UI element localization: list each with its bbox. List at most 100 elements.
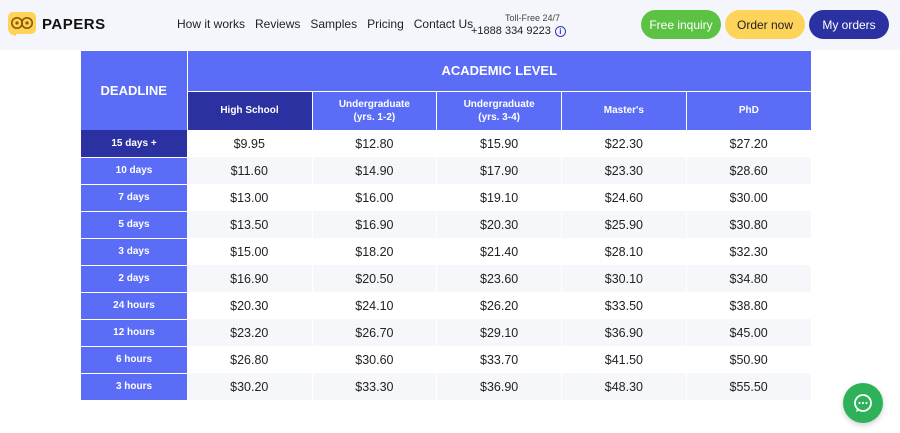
price-cell[interactable]: $28.60 (686, 157, 812, 184)
level-undergraduate-3-4[interactable]: Undergraduate (yrs. 3-4) (436, 91, 562, 130)
price-cell[interactable]: $55.50 (686, 373, 812, 400)
price-cell[interactable]: $33.50 (561, 292, 687, 319)
order-now-button[interactable]: Order now (725, 10, 805, 39)
price-cell[interactable]: $11.60 (187, 157, 313, 184)
price-cell[interactable]: $26.20 (436, 292, 562, 319)
price-cell[interactable]: $27.20 (686, 130, 812, 157)
price-cell[interactable]: $26.80 (187, 346, 313, 373)
table-row[interactable]: 15 days + $9.95 $12.80 $15.90 $22.30 $27.20 (81, 130, 812, 158)
level-label: High School (220, 105, 279, 117)
deadline-header: DEADLINE (81, 51, 188, 130)
pricing-table: DEADLINE ACADEMIC LEVEL High School Unde… (81, 51, 812, 401)
price-cell[interactable]: $41.50 (561, 346, 687, 373)
site-header: PAPERS How it works Reviews Samples Pric… (0, 0, 900, 50)
price-cell[interactable]: $30.00 (686, 184, 812, 211)
table-row[interactable]: 3 hours $30.20 $33.30 $36.90 $48.30 $55.50 (81, 373, 812, 401)
table-row[interactable]: 2 days $16.90 $20.50 $23.60 $30.10 $34.80 (81, 265, 812, 293)
price-cell[interactable]: $16.00 (312, 184, 438, 211)
price-cell[interactable]: $30.80 (686, 211, 812, 238)
logo[interactable]: PAPERS (6, 10, 106, 38)
price-cell[interactable]: $36.90 (561, 319, 687, 346)
price-cell[interactable]: $29.10 (436, 319, 562, 346)
price-cell[interactable]: $30.10 (561, 265, 687, 292)
price-cell[interactable]: $16.90 (187, 265, 313, 292)
price-cell[interactable]: $20.30 (187, 292, 313, 319)
phone-label: Toll-Free 24/7 (504, 13, 560, 23)
price-cell[interactable]: $50.90 (686, 346, 812, 373)
price-cell[interactable]: $17.90 (436, 157, 562, 184)
price-cell[interactable]: $13.00 (187, 184, 313, 211)
academic-level-header: ACADEMIC LEVEL (187, 51, 812, 92)
chat-button[interactable] (843, 383, 883, 423)
price-cell[interactable]: $15.00 (187, 238, 313, 265)
deadline-cell[interactable]: 2 days (81, 265, 187, 293)
price-cell[interactable]: $23.20 (187, 319, 313, 346)
deadline-cell[interactable]: 10 days (81, 157, 187, 185)
deadline-cell[interactable]: 12 hours (81, 319, 187, 347)
free-inquiry-button[interactable]: Free inquiry (641, 10, 721, 39)
deadline-cell[interactable]: 24 hours (81, 292, 187, 320)
phone-number[interactable]: +1888 334 9223 (471, 25, 551, 37)
price-cell[interactable]: $33.30 (312, 373, 438, 400)
table-row[interactable]: 6 hours $26.80 $30.60 $33.70 $41.50 $50.90 (81, 346, 812, 374)
deadline-cell[interactable]: 7 days (81, 184, 187, 212)
info-icon[interactable]: i (554, 25, 566, 37)
nav-contact-us[interactable]: Contact Us (414, 17, 473, 31)
level-masters[interactable]: Master's (561, 91, 687, 130)
price-cell[interactable]: $36.90 (436, 373, 562, 400)
price-cell[interactable]: $30.20 (187, 373, 313, 400)
table-row[interactable]: 12 hours $23.20 $26.70 $29.10 $36.90 $45.00 (81, 319, 812, 347)
deadline-cell[interactable]: 3 days (81, 238, 187, 266)
level-phd[interactable]: PhD (686, 91, 812, 130)
price-cell[interactable]: $21.40 (436, 238, 562, 265)
deadline-cell[interactable]: 5 days (81, 211, 187, 239)
table-row[interactable]: 3 days $15.00 $18.20 $21.40 $28.10 $32.30 (81, 238, 812, 266)
table-row[interactable]: 5 days $13.50 $16.90 $20.30 $25.90 $30.80 (81, 211, 812, 239)
price-cell[interactable]: $19.10 (436, 184, 562, 211)
phone-number-row: +1888 334 9223 i (471, 25, 566, 37)
price-cell[interactable]: $45.00 (686, 319, 812, 346)
deadline-cell[interactable]: 15 days + (81, 130, 187, 158)
my-orders-button[interactable]: My orders (809, 10, 889, 39)
price-cell[interactable]: $33.70 (436, 346, 562, 373)
deadline-cell[interactable]: 3 hours (81, 373, 187, 401)
price-cell[interactable]: $28.10 (561, 238, 687, 265)
nav-reviews[interactable]: Reviews (255, 17, 300, 31)
nav-samples[interactable]: Samples (310, 17, 357, 31)
price-cell[interactable]: $25.90 (561, 211, 687, 238)
table-row[interactable]: 24 hours $20.30 $24.10 $26.20 $33.50 $38.80 (81, 292, 812, 320)
price-cell[interactable]: $20.50 (312, 265, 438, 292)
level-label: PhD (738, 105, 759, 117)
logo-text: PAPERS (42, 15, 106, 33)
price-cell[interactable]: $30.60 (312, 346, 438, 373)
deadline-cell[interactable]: 6 hours (81, 346, 187, 374)
price-cell[interactable]: $14.90 (312, 157, 438, 184)
nav-how-it-works[interactable]: How it works (177, 17, 245, 31)
level-label: Undergraduate (463, 98, 535, 110)
price-cell[interactable]: $20.30 (436, 211, 562, 238)
level-sublabel: (yrs. 3-4) (478, 111, 520, 123)
price-cell[interactable]: $32.30 (686, 238, 812, 265)
price-cell[interactable]: $38.80 (686, 292, 812, 319)
price-cell[interactable]: $12.80 (312, 130, 438, 157)
price-cell[interactable]: $18.20 (312, 238, 438, 265)
price-cell[interactable]: $26.70 (312, 319, 438, 346)
phone-block: Toll-Free 24/7 +1888 334 9223 i (471, 13, 566, 37)
price-cell[interactable]: $34.80 (686, 265, 812, 292)
price-cell[interactable]: $13.50 (187, 211, 313, 238)
nav-pricing[interactable]: Pricing (367, 17, 404, 31)
price-cell[interactable]: $16.90 (312, 211, 438, 238)
price-cell[interactable]: $9.95 (187, 130, 313, 157)
price-cell[interactable]: $24.60 (561, 184, 687, 211)
price-cell[interactable]: $24.10 (312, 292, 438, 319)
price-cell[interactable]: $23.30 (561, 157, 687, 184)
level-undergraduate-1-2[interactable]: Undergraduate (yrs. 1-2) (312, 91, 438, 130)
table-row[interactable]: 7 days $13.00 $16.00 $19.10 $24.60 $30.00 (81, 184, 812, 212)
level-high-school[interactable]: High School (187, 91, 313, 130)
table-row[interactable]: 10 days $11.60 $14.90 $17.90 $23.30 $28.60 (81, 157, 812, 185)
level-sublabel: (yrs. 1-2) (353, 111, 396, 123)
price-cell[interactable]: $48.30 (561, 373, 687, 400)
price-cell[interactable]: $23.60 (436, 265, 562, 292)
price-cell[interactable]: $22.30 (561, 130, 687, 157)
price-cell[interactable]: $15.90 (436, 130, 562, 157)
